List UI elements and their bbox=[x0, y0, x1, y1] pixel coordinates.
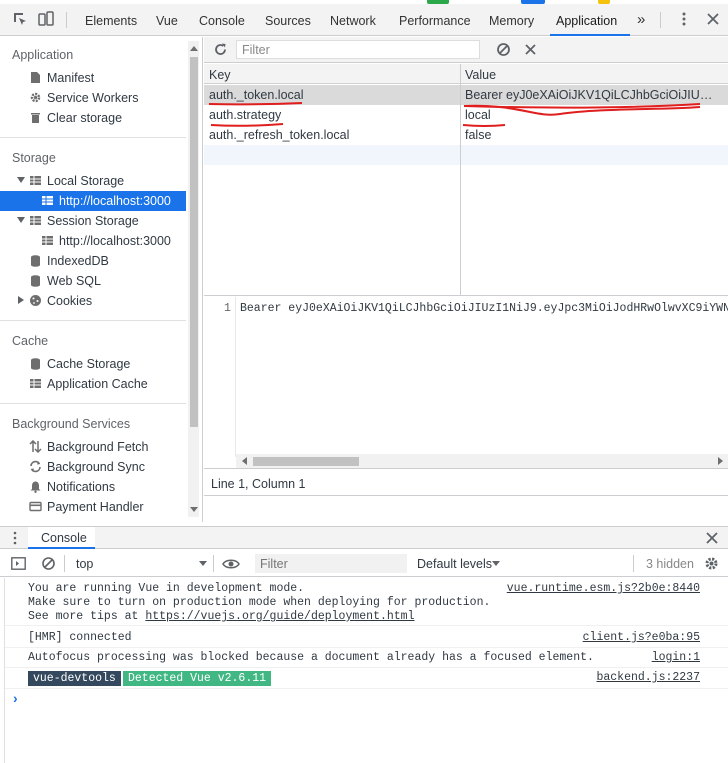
sidebar-item-label: Web SQL bbox=[47, 274, 101, 288]
console-settings-gear-icon[interactable] bbox=[704, 556, 719, 571]
annotation-underlines bbox=[208, 102, 701, 127]
message-text: You are running Vue in development mode. bbox=[28, 582, 305, 595]
drawer-tab-console[interactable]: Console bbox=[28, 527, 95, 549]
console-message: [HMR] connected client.js?e0ba:95 bbox=[5, 628, 728, 648]
sidebar-item-label: Payment Handler bbox=[47, 500, 144, 514]
console-messages: You are running Vue in development mode.… bbox=[4, 578, 728, 763]
line-number: 1 bbox=[224, 302, 231, 315]
sidebar-item-cache-storage[interactable]: Cache Storage bbox=[0, 354, 186, 374]
preview-scrollbar-thumb[interactable] bbox=[253, 457, 359, 466]
chevron-right-icon[interactable] bbox=[18, 296, 24, 304]
levels-dropdown-chevron-icon[interactable] bbox=[492, 561, 500, 566]
message-source-link[interactable]: backend.js:2237 bbox=[596, 671, 700, 684]
sidebar-item-label: Background Sync bbox=[47, 460, 145, 474]
vue-devtools-badge: vue-devtools bbox=[28, 671, 121, 686]
sidebar-item-payment-handler[interactable]: Payment Handler bbox=[0, 497, 186, 517]
sidebar-item-label: http://localhost:3000 bbox=[59, 194, 171, 208]
database-icon bbox=[31, 255, 40, 267]
console-filter-input[interactable] bbox=[255, 554, 407, 573]
message-source-link[interactable]: client.js?e0ba:95 bbox=[583, 631, 700, 644]
context-dropdown-chevron-icon[interactable] bbox=[199, 561, 207, 566]
console-message: Autofocus processing was blocked because… bbox=[5, 648, 728, 668]
message-source-link[interactable]: login:1 bbox=[652, 651, 700, 664]
chevron-down-icon[interactable] bbox=[17, 217, 25, 223]
console-message: You are running Vue in development mode.… bbox=[5, 582, 728, 626]
preview-horizontal-scrollbar[interactable] bbox=[236, 454, 728, 468]
table-icon bbox=[30, 176, 41, 185]
section-heading-storage: Storage bbox=[12, 151, 56, 165]
sidebar-item-cookies[interactable]: Cookies bbox=[0, 291, 186, 311]
toolbar-separator bbox=[633, 555, 634, 572]
chevron-down-icon[interactable] bbox=[17, 177, 25, 183]
console-message: vue-devtools Detected Vue v2.6.11 backen… bbox=[5, 668, 728, 689]
message-prefix: See more tips at bbox=[28, 610, 146, 623]
sync-icon bbox=[30, 460, 41, 473]
sidebar-toggle-icon[interactable] bbox=[11, 557, 26, 570]
sidebar-item-label: Application Cache bbox=[47, 377, 148, 391]
sidebar-item-label: Session Storage bbox=[47, 214, 139, 228]
log-levels-dropdown[interactable]: Default levels bbox=[417, 557, 492, 571]
up-down-arrows-icon bbox=[29, 440, 42, 453]
sidebar-item-label: Local Storage bbox=[47, 174, 125, 188]
sidebar-divider bbox=[0, 403, 186, 404]
sidebar-divider bbox=[0, 320, 186, 321]
table-row-empty[interactable] bbox=[204, 145, 728, 165]
scroll-down-icon[interactable] bbox=[190, 507, 198, 513]
cookie-icon bbox=[30, 295, 41, 306]
drawer-tab-label: Console bbox=[41, 531, 87, 545]
sidebar-item-session-storage-origin[interactable]: http://localhost:3000 bbox=[0, 231, 186, 251]
sidebar-item-background-sync[interactable]: Background Sync bbox=[0, 457, 186, 477]
database-icon bbox=[31, 358, 40, 370]
sidebar-item-label: Cookies bbox=[47, 294, 93, 308]
eye-icon[interactable] bbox=[222, 558, 240, 570]
sidebar-item-label: http://localhost:3000 bbox=[59, 234, 171, 248]
hidden-count: 3 hidden bbox=[646, 557, 694, 571]
message-text: Make sure to turn on production mode whe… bbox=[28, 596, 491, 609]
database-icon bbox=[31, 275, 40, 287]
drawer-menu-icon[interactable] bbox=[8, 531, 22, 545]
sidebar-item-application-cache[interactable]: Application Cache bbox=[0, 374, 186, 394]
close-drawer-icon[interactable] bbox=[706, 532, 718, 544]
bell-icon bbox=[30, 481, 41, 493]
sidebar-item-label: IndexedDB bbox=[47, 254, 109, 268]
sidebar-item-session-storage[interactable]: Session Storage bbox=[0, 211, 186, 231]
message-link[interactable]: https://vuejs.org/guide/deployment.html bbox=[145, 610, 414, 623]
detected-vue-badge: Detected Vue v2.6.11 bbox=[123, 671, 272, 686]
sidebar-item-indexeddb[interactable]: IndexedDB bbox=[0, 251, 186, 271]
table-icon bbox=[30, 216, 41, 225]
table-icon bbox=[42, 236, 53, 245]
preview-code[interactable]: Bearer eyJ0eXAiOiJKV1QiLCJhbGciOiJIUzI1N… bbox=[240, 302, 728, 315]
sidebar-item-label: Notifications bbox=[47, 480, 116, 494]
message-text: [HMR] connected bbox=[28, 631, 132, 644]
message-source-link[interactable]: vue.runtime.esm.js?2b0e:8440 bbox=[507, 582, 700, 595]
message-text: Autofocus processing was blocked because… bbox=[28, 651, 594, 664]
sidebar-item-label: Cache Storage bbox=[47, 357, 131, 371]
context-selector-value[interactable]: top bbox=[76, 557, 93, 571]
section-heading-cache: Cache bbox=[12, 334, 49, 348]
sidebar-item-notifications[interactable]: Notifications bbox=[0, 477, 186, 497]
cursor-position: Line 1, Column 1 bbox=[211, 477, 306, 491]
console-toolbar: top Default levels 3 hidden bbox=[0, 550, 728, 577]
scroll-right-icon[interactable] bbox=[718, 457, 724, 465]
preview-status-bar: Line 1, Column 1 bbox=[204, 470, 728, 496]
clear-console-icon[interactable] bbox=[41, 556, 56, 571]
section-heading-background-services: Background Services bbox=[12, 417, 131, 431]
credit-card-icon bbox=[29, 501, 42, 512]
table-icon bbox=[30, 379, 41, 388]
line-gutter: 1 bbox=[204, 297, 236, 457]
sidebar-item-websql[interactable]: Web SQL bbox=[0, 271, 186, 291]
value-preview: 1 Bearer eyJ0eXAiOiJKV1QiLCJhbGciOiJIUzI… bbox=[204, 297, 728, 469]
drawer-tabbar: Console bbox=[0, 526, 728, 549]
message-text: See more tips at https://vuejs.org/guide… bbox=[28, 610, 414, 624]
sidebar-item-local-storage-origin[interactable]: http://localhost:3000 bbox=[0, 191, 186, 211]
sidebar-item-local-storage[interactable]: Local Storage bbox=[0, 171, 186, 191]
sidebar-item-label: Background Fetch bbox=[47, 440, 149, 454]
scroll-left-icon[interactable] bbox=[241, 457, 247, 465]
toolbar-separator bbox=[64, 555, 65, 572]
sidebar-item-background-fetch[interactable]: Background Fetch bbox=[0, 437, 186, 457]
table-icon bbox=[42, 196, 53, 205]
toolbar-separator bbox=[213, 555, 214, 572]
console-prompt[interactable]: › bbox=[13, 690, 18, 706]
